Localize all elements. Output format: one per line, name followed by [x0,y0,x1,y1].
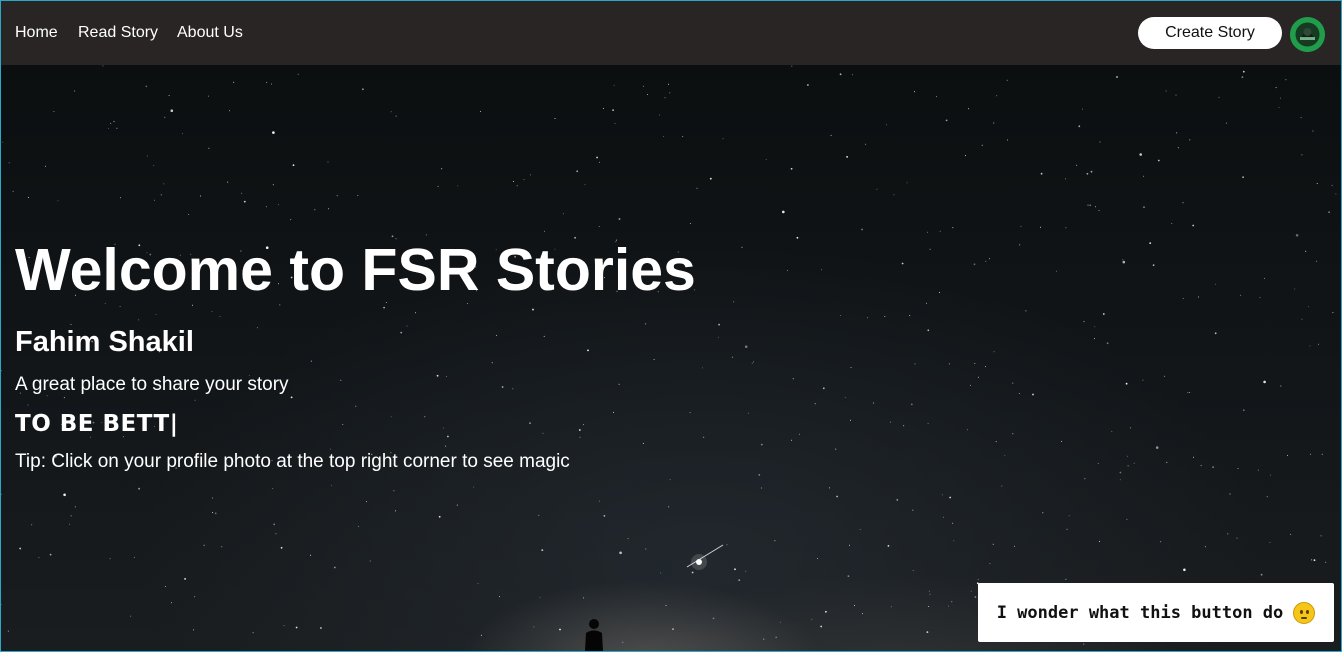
typing-text: TO BE BETT| [15,411,179,437]
page-title: Welcome to FSR Stories [15,237,696,303]
nav-link-read-story[interactable]: Read Story [78,23,158,43]
author-name: Fahim Shakil [15,326,194,358]
profile-avatar[interactable] [1290,17,1325,52]
shooting-star-icon [686,544,724,570]
top-navbar: Home Read Story About Us Create Story [1,1,1341,65]
wonder-button-label: I wonder what this button do [996,602,1284,623]
tagline: A great place to share your story [15,374,289,395]
avatar-icon [1290,17,1325,52]
smiling-emoji-icon [1293,601,1316,624]
nav-link-home[interactable]: Home [15,23,58,43]
app-frame: Home Read Story About Us Create Story We… [0,0,1342,652]
hero-section: Welcome to FSR Stories Fahim Shakil A gr… [1,65,1341,651]
silhouette-person-icon [585,619,603,651]
wonder-button[interactable]: I wonder what this button do [978,583,1334,642]
create-story-button[interactable]: Create Story [1138,17,1282,49]
tip-text: Tip: Click on your profile photo at the … [15,451,570,472]
nav-link-about-us[interactable]: About Us [177,23,243,43]
